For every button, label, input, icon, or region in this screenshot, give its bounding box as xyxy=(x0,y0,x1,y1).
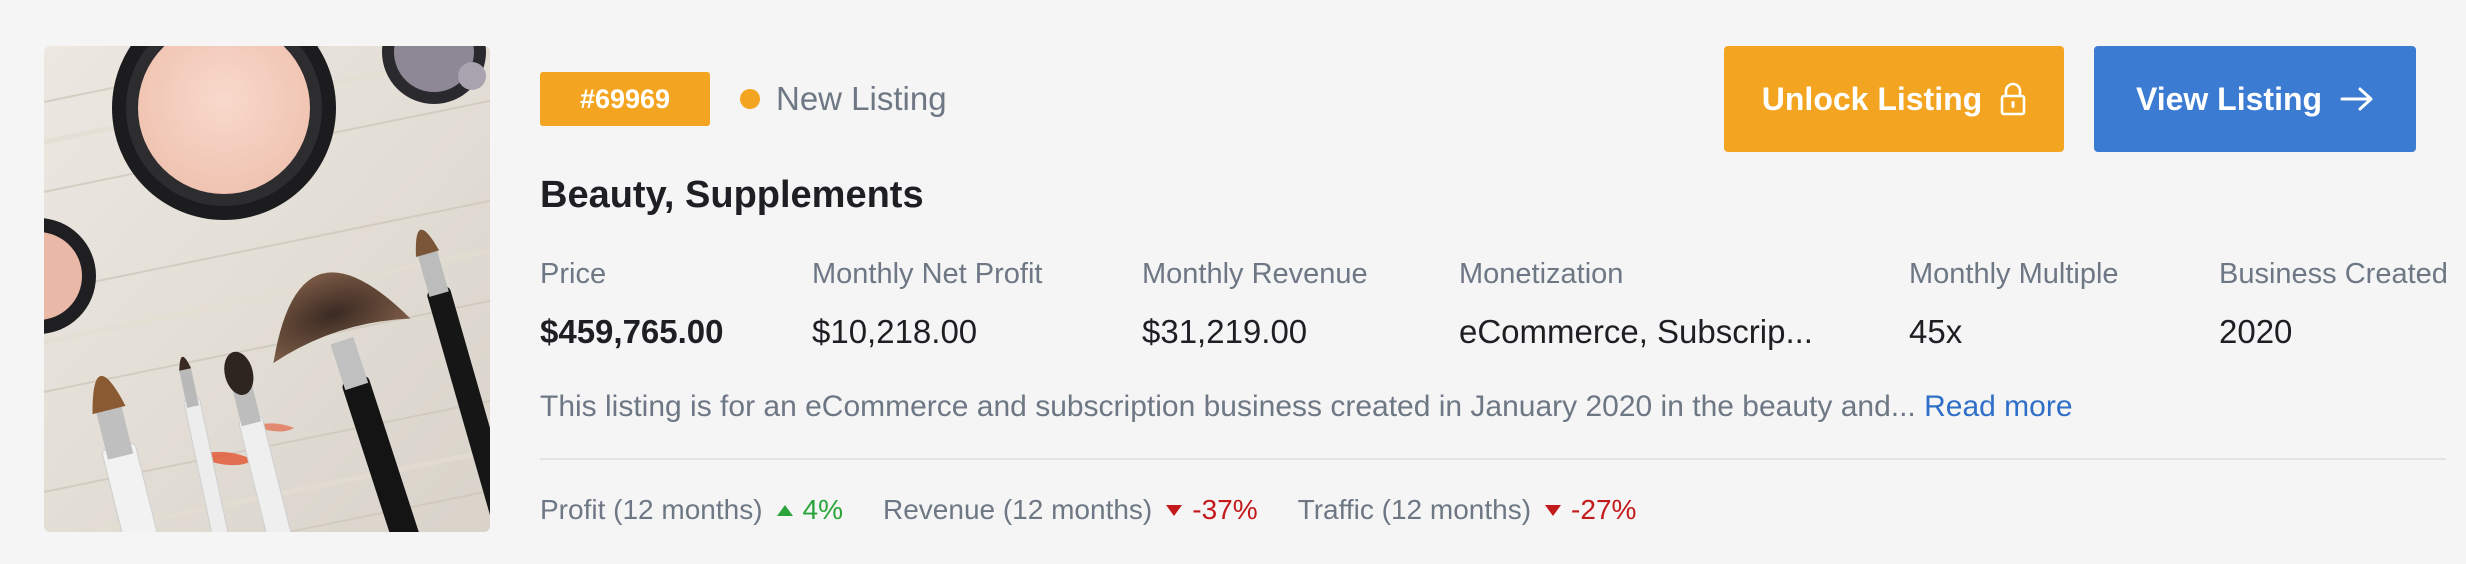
metric-value: 45x xyxy=(1909,313,1963,350)
divider xyxy=(540,458,2446,460)
triangle-down-icon xyxy=(1166,504,1183,516)
metric-label: Monetization xyxy=(1459,258,1624,290)
metric-value: $31,219.00 xyxy=(1142,313,1308,350)
metric-monthly-multiple: Monthly Multiple 45x xyxy=(1909,258,2119,351)
listing-card: #69969 New Listing Unlock Listing View L… xyxy=(0,0,2466,564)
trend-label: Profit (12 months) xyxy=(540,494,763,525)
trend-stats: Profit (12 months) 4% Revenue (12 months… xyxy=(540,494,1676,526)
metric-monetization: Monetization eCommerce, Subscrip... xyxy=(1459,258,1813,351)
metric-value: $10,218.00 xyxy=(812,313,978,350)
listing-title: Beauty, Supplements xyxy=(540,174,924,216)
metric-label: Business Created xyxy=(2219,258,2448,290)
triangle-down-icon xyxy=(1545,504,1562,516)
trend-value: -37% xyxy=(1192,494,1258,525)
metric-business-created: Business Created 2020 xyxy=(2219,258,2448,351)
trend-traffic: Traffic (12 months) -27% xyxy=(1298,494,1637,526)
lock-icon xyxy=(2000,82,2026,116)
metric-label: Monthly Net Profit xyxy=(812,258,1043,290)
listing-image[interactable] xyxy=(44,46,490,532)
metric-value: eCommerce, Subscrip... xyxy=(1459,313,1813,350)
trend-revenue: Revenue (12 months) -37% xyxy=(883,494,1258,526)
view-listing-label: View Listing xyxy=(2135,80,2323,117)
metric-monthly-revenue: Monthly Revenue $31,219.00 xyxy=(1142,258,1368,351)
arrow-right-icon xyxy=(2340,87,2374,111)
trend-label: Traffic (12 months) xyxy=(1297,494,1532,525)
view-listing-button[interactable]: View Listing xyxy=(2094,46,2416,152)
status-label: New Listing xyxy=(776,80,947,117)
metric-monthly-net-profit: Monthly Net Profit $10,218.00 xyxy=(812,258,1042,351)
trend-value: 4% xyxy=(802,494,843,525)
cosmetics-photo xyxy=(44,46,490,532)
metric-label: Monthly Multiple xyxy=(1909,258,2119,290)
trend-profit: Profit (12 months) 4% xyxy=(540,494,843,526)
triangle-up-icon xyxy=(776,504,793,516)
metric-label: Price xyxy=(540,258,607,290)
listing-status: New Listing xyxy=(740,78,947,120)
unlock-listing-label: Unlock Listing xyxy=(1761,80,1983,117)
metric-value: 2020 xyxy=(2219,313,2293,350)
metric-label: Monthly Revenue xyxy=(1142,258,1368,290)
unlock-listing-button[interactable]: Unlock Listing xyxy=(1724,46,2064,152)
listing-description: This listing is for an eCommerce and sub… xyxy=(540,390,2073,424)
description-text: This listing is for an eCommerce and sub… xyxy=(540,390,1916,423)
listing-id-badge: #69969 xyxy=(540,72,710,126)
status-dot-icon xyxy=(740,89,760,109)
metric-price: Price $459,765.00 xyxy=(540,258,724,351)
trend-value: -27% xyxy=(1571,494,1637,525)
read-more-link[interactable]: Read more xyxy=(1924,390,2072,423)
metric-value: $459,765.00 xyxy=(540,313,724,350)
trend-label: Revenue (12 months) xyxy=(883,494,1153,525)
